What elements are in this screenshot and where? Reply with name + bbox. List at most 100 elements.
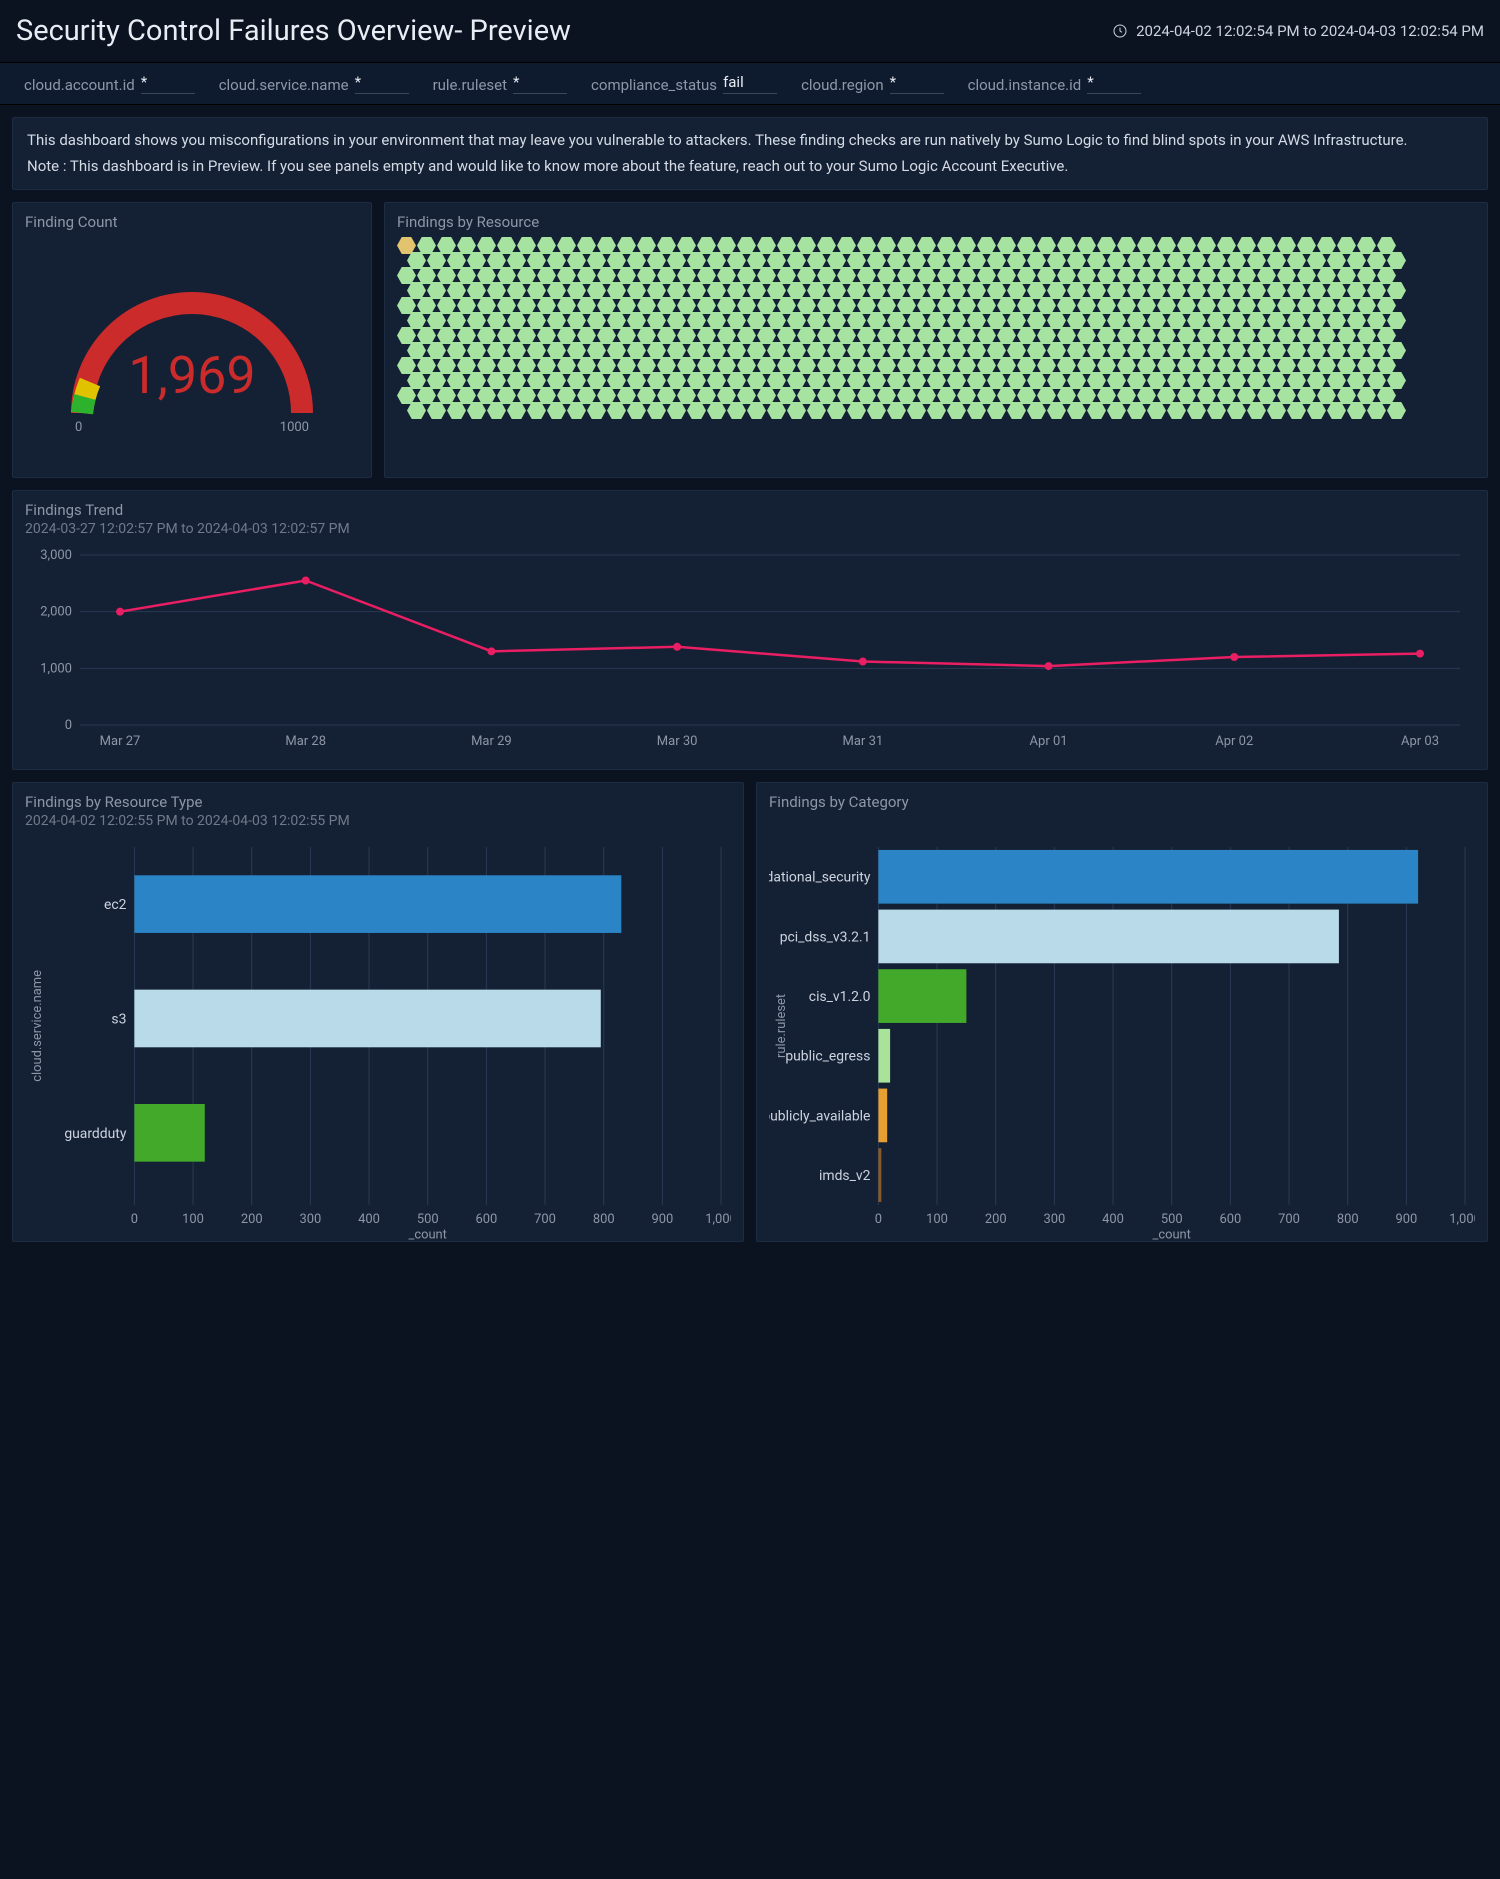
- svg-text:400: 400: [1102, 1212, 1124, 1227]
- bar[interactable]: [134, 1104, 204, 1162]
- filter-cloud-account-id[interactable]: cloud.account.id*: [24, 73, 195, 94]
- honeycomb-cell[interactable]: [487, 402, 506, 419]
- svg-text:800: 800: [1337, 1212, 1359, 1227]
- svg-text:cis_v1.2.0: cis_v1.2.0: [809, 989, 871, 1005]
- honeycomb-cell[interactable]: [1367, 402, 1386, 419]
- honeycomb-cell[interactable]: [787, 402, 806, 419]
- bar[interactable]: [878, 969, 966, 1023]
- panel-title: Findings Trend: [25, 501, 1475, 519]
- honeycomb-cell[interactable]: [1067, 402, 1086, 419]
- panel-subtitle: [769, 813, 1475, 829]
- honeycomb-cell[interactable]: [987, 402, 1006, 419]
- honeycomb-cell[interactable]: [1107, 402, 1126, 419]
- honeycomb-cell[interactable]: [1187, 402, 1206, 419]
- honeycomb-cell[interactable]: [527, 402, 546, 419]
- filter-label: cloud.region: [801, 76, 884, 94]
- filter-value[interactable]: *: [890, 73, 944, 94]
- svg-text:0: 0: [875, 1212, 882, 1227]
- panel-subtitle: 2024-03-27 12:02:57 PM to 2024-04-03 12:…: [25, 521, 1475, 537]
- line-chart: 01,0002,0003,000Mar 27Mar 28Mar 29Mar 30…: [25, 545, 1475, 755]
- honeycomb-cell[interactable]: [927, 402, 946, 419]
- honeycomb-chart: [397, 237, 1475, 417]
- honeycomb-cell[interactable]: [587, 402, 606, 419]
- time-range-picker[interactable]: 2024-04-02 12:02:54 PM to 2024-04-03 12:…: [1112, 22, 1484, 40]
- bar[interactable]: [878, 910, 1339, 964]
- filter-value[interactable]: *: [355, 73, 409, 94]
- honeycomb-cell[interactable]: [1267, 402, 1286, 419]
- honeycomb-cell[interactable]: [707, 402, 726, 419]
- honeycomb-cell[interactable]: [1227, 402, 1246, 419]
- honeycomb-cell[interactable]: [1167, 402, 1186, 419]
- svg-text:foundational_security: foundational_security: [769, 870, 871, 886]
- honeycomb-cell[interactable]: [947, 402, 966, 419]
- honeycomb-cell[interactable]: [807, 402, 826, 419]
- honeycomb-cell[interactable]: [907, 402, 926, 419]
- honeycomb-cell[interactable]: [607, 402, 626, 419]
- honeycomb-cell[interactable]: [1387, 402, 1406, 419]
- honeycomb-cell[interactable]: [447, 402, 466, 419]
- bar-chart: 01002003004005006007008009001,000ec2s3gu…: [25, 837, 731, 1245]
- svg-text:700: 700: [534, 1212, 556, 1227]
- honeycomb-cell[interactable]: [1347, 402, 1366, 419]
- filter-value[interactable]: fail: [723, 73, 777, 94]
- honeycomb-cell[interactable]: [1027, 402, 1046, 419]
- filter-cloud-region[interactable]: cloud.region *: [801, 73, 944, 94]
- bar[interactable]: [134, 990, 600, 1048]
- filter-value[interactable]: *: [513, 73, 567, 94]
- honeycomb-cell[interactable]: [1287, 402, 1306, 419]
- bar-chart: 01002003004005006007008009001,000foundat…: [769, 837, 1475, 1245]
- svg-text:600: 600: [476, 1212, 498, 1227]
- honeycomb-cell[interactable]: [1007, 402, 1026, 419]
- filter-value[interactable]: *: [1087, 73, 1141, 94]
- filter-compliance-status[interactable]: compliance_statusfail: [591, 73, 777, 94]
- honeycomb-cell[interactable]: [687, 402, 706, 419]
- svg-text:_count: _count: [1153, 1228, 1191, 1243]
- description-line: This dashboard shows you misconfiguratio…: [27, 128, 1473, 154]
- honeycomb-cell[interactable]: [767, 402, 786, 419]
- filter-rule-ruleset[interactable]: rule.ruleset*: [433, 73, 567, 94]
- honeycomb-cell[interactable]: [1307, 402, 1326, 419]
- honeycomb-cell[interactable]: [567, 402, 586, 419]
- honeycomb-cell[interactable]: [827, 402, 846, 419]
- honeycomb-cell[interactable]: [1127, 402, 1146, 419]
- bar[interactable]: [878, 1148, 881, 1202]
- bar[interactable]: [878, 850, 1418, 904]
- honeycomb-cell[interactable]: [407, 402, 426, 419]
- filter-label: cloud.instance.id: [968, 76, 1082, 94]
- honeycomb-cell[interactable]: [427, 402, 446, 419]
- panel-subtitle: 2024-04-02 12:02:55 PM to 2024-04-03 12:…: [25, 813, 731, 829]
- bar[interactable]: [878, 1029, 890, 1083]
- svg-text:Mar 31: Mar 31: [843, 734, 884, 749]
- honeycomb-cell[interactable]: [1087, 402, 1106, 419]
- honeycomb-cell[interactable]: [847, 402, 866, 419]
- filter-cloud-service-name[interactable]: cloud.service.name *: [219, 73, 409, 94]
- honeycomb-cell[interactable]: [1047, 402, 1066, 419]
- filter-value[interactable]: *: [141, 73, 195, 94]
- honeycomb-cell[interactable]: [727, 402, 746, 419]
- honeycomb-cell[interactable]: [1147, 402, 1166, 419]
- honeycomb-cell[interactable]: [1247, 402, 1266, 419]
- honeycomb-cell[interactable]: [507, 402, 526, 419]
- bar[interactable]: [134, 875, 621, 933]
- svg-text:3,000: 3,000: [40, 548, 72, 563]
- honeycomb-cell[interactable]: [1327, 402, 1346, 419]
- svg-text:100: 100: [182, 1212, 204, 1227]
- svg-text:Apr 01: Apr 01: [1030, 734, 1068, 749]
- honeycomb-cell[interactable]: [967, 402, 986, 419]
- honeycomb-cell[interactable]: [467, 402, 486, 419]
- svg-text:0: 0: [131, 1212, 138, 1227]
- honeycomb-cell[interactable]: [627, 402, 646, 419]
- filter-cloud-instance-id[interactable]: cloud.instance.id *: [968, 73, 1142, 94]
- honeycomb-cell[interactable]: [647, 402, 666, 419]
- honeycomb-cell[interactable]: [747, 402, 766, 419]
- svg-text:pci_dss_v3.2.1: pci_dss_v3.2.1: [780, 929, 871, 945]
- honeycomb-cell[interactable]: [547, 402, 566, 419]
- honeycomb-cell[interactable]: [887, 402, 906, 419]
- clock-icon: [1112, 23, 1128, 39]
- filter-label: cloud.service.name: [219, 76, 349, 94]
- svg-text:1,000: 1,000: [40, 661, 72, 676]
- honeycomb-cell[interactable]: [1207, 402, 1226, 419]
- honeycomb-cell[interactable]: [667, 402, 686, 419]
- honeycomb-cell[interactable]: [867, 402, 886, 419]
- bar[interactable]: [878, 1089, 887, 1143]
